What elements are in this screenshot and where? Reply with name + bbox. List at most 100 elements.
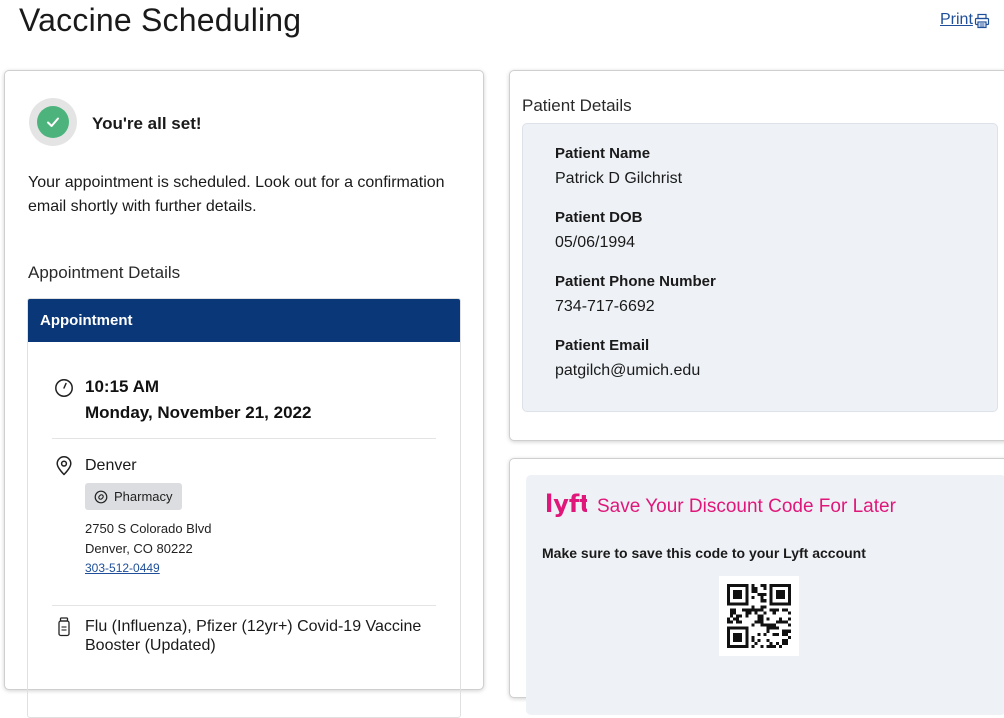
qr-module xyxy=(787,599,791,603)
qr-module xyxy=(730,644,734,648)
qr-module xyxy=(760,599,764,603)
qr-module xyxy=(772,584,776,588)
qr-module xyxy=(736,593,740,597)
qr-module xyxy=(781,596,785,600)
qr-module xyxy=(745,644,749,648)
appointment-panel: Appointment 10:15 AM Monday, November 21… xyxy=(27,298,461,718)
qr-module xyxy=(727,629,731,633)
qr-module xyxy=(754,620,758,624)
qr-module xyxy=(781,590,785,594)
qr-module xyxy=(745,632,749,636)
qr-module xyxy=(739,602,743,606)
location-name: Denver xyxy=(85,457,137,474)
qr-module xyxy=(754,641,758,645)
qr-module xyxy=(739,626,743,630)
qr-module xyxy=(751,638,755,642)
qr-module xyxy=(760,617,764,621)
qr-module xyxy=(760,620,764,624)
qr-module xyxy=(742,584,746,588)
qr-module xyxy=(760,593,764,597)
qr-module xyxy=(757,593,761,597)
qr-module xyxy=(736,635,740,639)
qr-module xyxy=(772,632,776,636)
qr-module xyxy=(787,623,791,627)
print-link[interactable]: Print xyxy=(940,10,990,29)
qr-module xyxy=(766,638,770,642)
patient-details-card: Patient Details Patient Name Patrick D G… xyxy=(509,70,1004,441)
qr-module xyxy=(763,599,767,603)
svg-text:lyft: lyft xyxy=(545,490,587,518)
qr-module xyxy=(769,626,773,630)
qr-module xyxy=(757,614,761,618)
qr-module xyxy=(772,602,776,606)
qr-module xyxy=(772,623,776,627)
qr-module xyxy=(730,626,734,630)
qr-module xyxy=(736,644,740,648)
qr-module xyxy=(745,611,749,615)
qr-module xyxy=(733,584,737,588)
patient-phone-field: Patient Phone Number 734-717-6692 xyxy=(555,272,716,317)
page-title: Vaccine Scheduling xyxy=(19,2,302,38)
qr-module xyxy=(766,629,770,633)
qr-module xyxy=(736,596,740,600)
vaccine-vial-icon xyxy=(58,617,70,637)
qr-module xyxy=(730,584,734,588)
patient-email-value: patgilch@umich.edu xyxy=(555,362,701,379)
qr-module xyxy=(745,614,749,618)
qr-module xyxy=(754,590,758,594)
address-line-1: 2750 S Colorado Blvd xyxy=(85,521,212,536)
qr-module xyxy=(727,620,731,624)
qr-module xyxy=(748,611,752,615)
qr-module xyxy=(787,629,791,633)
qr-module xyxy=(757,632,761,636)
confirmation-card: You're all set! Your appointment is sche… xyxy=(4,70,484,718)
lyft-save-note: Make sure to save this code to your Lyft… xyxy=(542,545,866,561)
qr-module xyxy=(730,611,734,615)
qr-module xyxy=(745,626,749,630)
qr-module xyxy=(733,596,737,600)
location-phone-link[interactable]: 303-512-0449 xyxy=(85,561,160,575)
qr-module xyxy=(733,590,737,594)
qr-module xyxy=(778,590,782,594)
qr-module xyxy=(727,590,731,594)
qr-module xyxy=(787,635,791,639)
qr-module xyxy=(778,596,782,600)
qr-module xyxy=(751,590,755,594)
qr-module xyxy=(760,644,764,648)
qr-module xyxy=(769,608,773,612)
qr-module xyxy=(778,584,782,588)
qr-module xyxy=(742,608,746,612)
qr-module xyxy=(727,638,731,642)
qr-module xyxy=(745,596,749,600)
qr-module xyxy=(775,602,779,606)
location-type-badge: Pharmacy xyxy=(85,483,182,510)
qr-module xyxy=(763,605,767,609)
qr-module xyxy=(769,587,773,591)
qr-module xyxy=(763,587,767,591)
qr-module xyxy=(727,599,731,603)
qr-module xyxy=(745,584,749,588)
qr-module xyxy=(784,629,788,633)
appointment-header: Appointment xyxy=(28,299,460,342)
qr-module xyxy=(745,599,749,603)
qr-module xyxy=(736,620,740,624)
qr-module xyxy=(739,638,743,642)
patient-phone-value: 734-717-6692 xyxy=(555,298,655,315)
patient-details-panel: Patient Name Patrick D Gilchrist Patient… xyxy=(522,123,998,412)
qr-module xyxy=(745,590,749,594)
qr-module xyxy=(787,596,791,600)
qr-code xyxy=(719,576,799,656)
qr-module xyxy=(778,617,782,621)
location-type-label: Pharmacy xyxy=(114,489,173,504)
qr-module xyxy=(778,602,782,606)
qr-module xyxy=(733,617,737,621)
pharmacy-tag-icon xyxy=(94,490,108,503)
qr-module xyxy=(727,593,731,597)
qr-module xyxy=(739,644,743,648)
qr-module xyxy=(784,638,788,642)
qr-module xyxy=(766,644,770,648)
qr-module xyxy=(787,590,791,594)
qr-module xyxy=(760,608,764,612)
qr-module xyxy=(763,623,767,627)
qr-module xyxy=(745,593,749,597)
